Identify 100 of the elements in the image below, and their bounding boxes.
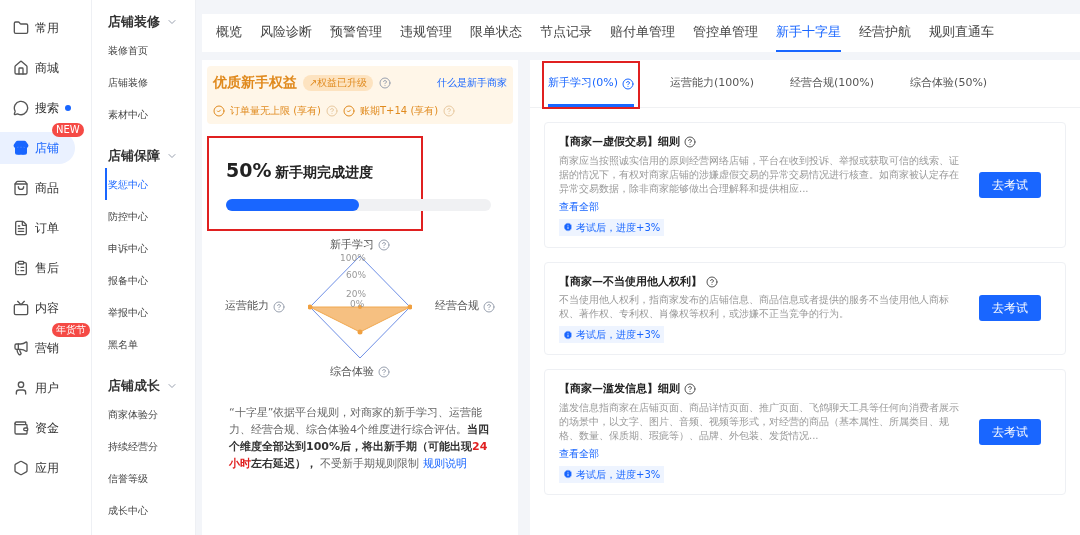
help-icon[interactable] — [706, 275, 718, 288]
top-tab[interactable]: 预警管理 — [330, 14, 382, 52]
help-icon[interactable] — [379, 76, 392, 89]
nav-item[interactable]: 资金 — [0, 412, 75, 444]
nav-subitem[interactable]: 素材中心 — [108, 98, 195, 130]
help-icon[interactable] — [378, 239, 390, 252]
info-icon — [563, 222, 573, 232]
chat-bubble-icon — [13, 100, 29, 116]
nav-subitem[interactable]: 申诉中心 — [108, 232, 195, 264]
bag-icon — [13, 180, 29, 196]
progress-note: 考试后，进度+3% — [559, 218, 665, 236]
tick-label: 0% — [350, 299, 365, 309]
category-tab[interactable]: 经营合规(100%) — [786, 63, 879, 107]
info-icon — [563, 329, 573, 340]
megaphone-icon — [13, 340, 29, 356]
axis-label: 综合体验 — [330, 363, 374, 380]
help-icon[interactable] — [378, 365, 390, 378]
nav-subitem[interactable]: 装修首页 — [108, 34, 195, 66]
top-tab[interactable]: 限单状态 — [470, 14, 522, 52]
view-all-link[interactable]: 查看全部 — [559, 445, 959, 461]
tick-label: 100% — [340, 253, 366, 263]
tick-label: 60% — [346, 270, 366, 280]
nav-group-header[interactable]: 店铺成长 — [108, 374, 195, 398]
nav-subitem[interactable]: 店铺装修 — [108, 66, 195, 98]
card-title: 【商家—不当使用他人权利】 — [559, 273, 702, 290]
wallet-icon — [13, 420, 29, 436]
tv-icon — [13, 300, 29, 316]
help-icon[interactable] — [483, 300, 495, 313]
nav-item[interactable]: 商品 — [0, 172, 75, 204]
axis-label: 经营合规 — [435, 298, 479, 315]
progress-note: 考试后，进度+3% — [559, 465, 665, 483]
exam-button[interactable]: 去考试 — [979, 295, 1041, 322]
user-icon — [13, 380, 29, 396]
card-title: 【商家—虚假交易】细则 — [559, 134, 680, 150]
store-icon — [13, 140, 29, 156]
clipboard-icon — [13, 260, 29, 276]
view-all-link[interactable]: 查看全部 — [559, 198, 959, 214]
top-tab[interactable]: 经营护航 — [859, 14, 911, 52]
nav-item[interactable]: 店铺 — [0, 132, 75, 164]
card-description: 商家应当按照诚实信用的原则经营网络店铺，平台在收到投诉、举报或获取可信的线索、证据的情况下，有权对商家店铺的涉嫌虚假交易的异常交易情况进行核查。如商家被认定存在异常交易数据，除非商家能够做出合理解释和提供相应... — [559, 153, 959, 196]
description-text: “十字星”依据平台规则，对商家的新手学习、运营能力、经营合规、综合体验4个维度进行综合评估。当四个维度全部达到100%后，将出新手期（可能出现24小时左右延迟）， 不受新手期规则限制 规则说明 — [228, 405, 490, 472]
top-tab[interactable]: 概览 — [216, 14, 242, 52]
nav-subitem[interactable]: 信誉等级 — [108, 462, 195, 494]
nav-group-header[interactable]: 店铺保障 — [108, 144, 195, 168]
nav-subitem[interactable]: 持续经营分 — [108, 430, 195, 462]
nav-subitem[interactable]: 防控中心 — [108, 200, 195, 232]
top-tab[interactable]: 赔付单管理 — [610, 14, 675, 52]
card-title: 【商家—滥发信息】细则 — [559, 381, 680, 397]
benefits-title: 优质新手权益 — [213, 73, 297, 92]
tick-label: 20% — [346, 289, 366, 299]
help-icon[interactable] — [622, 77, 635, 90]
nav-item[interactable]: 常用 — [0, 12, 75, 44]
nav-subitem[interactable]: 黑名单 — [108, 328, 195, 360]
nav-subitem[interactable]: 成长中心 — [108, 494, 195, 526]
top-tab[interactable]: 节点记录 — [540, 14, 592, 52]
nav-group-header[interactable]: 店铺装修 — [108, 10, 195, 34]
nav-item[interactable]: 应用 — [0, 452, 75, 484]
progress-label: 新手期完成进度 — [275, 163, 374, 183]
exam-button[interactable]: 去考试 — [979, 171, 1041, 198]
nav-item[interactable]: 订单 — [0, 212, 75, 244]
help-link[interactable]: 什么是新手商家 — [437, 75, 507, 90]
info-icon — [563, 469, 573, 479]
progress-percent: 50% — [226, 158, 272, 184]
top-tab[interactable]: 规则直通车 — [929, 14, 994, 52]
nav-badge: NEW — [52, 123, 84, 137]
top-tab[interactable]: 管控单管理 — [693, 14, 758, 52]
nav-item[interactable]: 内容 — [0, 292, 75, 324]
nav-subitem[interactable]: 举报中心 — [108, 296, 195, 328]
top-tab[interactable]: 违规管理 — [400, 14, 452, 52]
nav-item[interactable]: 商城 — [0, 52, 75, 84]
category-tab[interactable]: 综合体验(50%) — [906, 63, 992, 107]
check-circle-icon — [343, 104, 355, 117]
rule-link[interactable]: 规则说明 — [423, 457, 467, 470]
help-icon[interactable] — [684, 383, 696, 396]
nav-badge: 年货节 — [52, 323, 90, 337]
category-tab[interactable]: 新手学习(0%) — [544, 63, 639, 107]
help-icon[interactable] — [273, 300, 285, 313]
card-description: 滥发信息指商家在店铺页面、商品详情页面、推广页面、飞鸽聊天工具等任何向消费者展示的场景中，以文字、图片、音频、视频等形式，对经营的商品（基本属性、所属类目、规格、数量、保质期、瑕疵等）、品牌、外包装、发货情况... — [559, 400, 959, 443]
nav-item[interactable]: 售后 — [0, 252, 75, 284]
top-tab[interactable]: 风险诊断 — [260, 14, 312, 52]
hexagon-icon — [13, 460, 29, 476]
nav-subitem[interactable]: 奖惩中心 — [105, 168, 195, 200]
progress-note: 考试后，进度+3% — [559, 326, 665, 343]
nav-subitem[interactable]: 商家体验分 — [108, 398, 195, 430]
upgrade-tag: ↗权益已升级 — [303, 74, 374, 91]
exam-button[interactable]: 去考试 — [979, 418, 1041, 445]
top-tab[interactable]: 新手十字星 — [776, 14, 841, 52]
nav-subitem[interactable]: 报备中心 — [108, 264, 195, 296]
card-description: 不当使用他人权利，指商家发布的店铺信息、商品信息或者提供的服务不当使用他人商标权、著作权、专利权、肖像权等权利，或涉嫌不正当竞争的行为。 — [559, 293, 950, 321]
house-icon — [13, 60, 29, 76]
document-icon — [13, 220, 29, 236]
nav-item[interactable]: 搜索 — [0, 92, 75, 124]
axis-label: 新手学习 — [330, 237, 374, 253]
help-icon[interactable] — [684, 136, 696, 149]
benefit-text: 账期T+14 (享有) — [360, 104, 439, 118]
check-circle-icon — [213, 104, 225, 117]
benefit-text: 订单量无上限 (享有) — [230, 104, 321, 118]
axis-label: 运营能力 — [225, 298, 269, 315]
nav-item[interactable]: 用户 — [0, 372, 75, 404]
category-tab[interactable]: 运营能力(100%) — [666, 63, 759, 107]
